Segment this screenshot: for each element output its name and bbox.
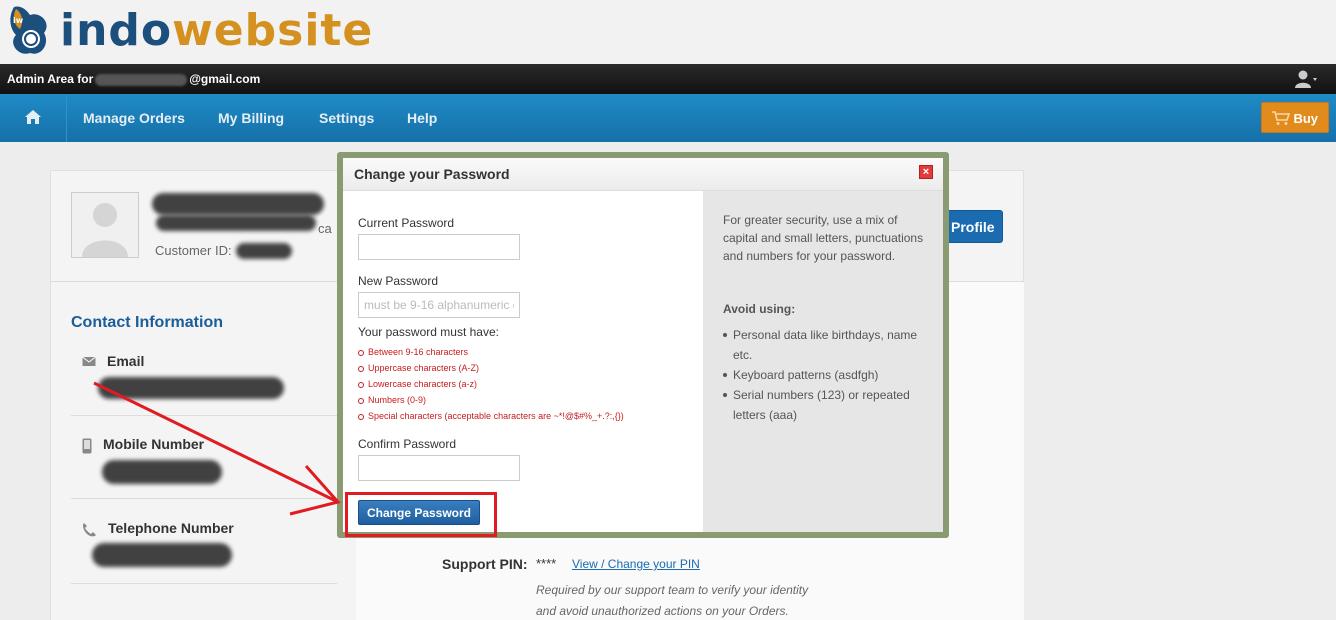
email-icon <box>82 355 96 369</box>
buy-label: Buy <box>1293 111 1318 126</box>
admin-email-suffix: @gmail.com <box>189 72 261 86</box>
logo-suffix: website <box>172 5 374 56</box>
requirements-list: Between 9-16 characters Uppercase charac… <box>358 344 624 424</box>
requirements-title: Your password must have: <box>358 325 499 339</box>
admin-area-label: Admin Area for <box>7 72 94 86</box>
current-password-label: Current Password <box>358 216 455 230</box>
security-tip-text: For greater security, use a mix of capit… <box>723 213 924 263</box>
view-change-pin-link[interactable]: View / Change your PIN <box>572 557 700 571</box>
close-icon[interactable]: × <box>919 165 933 179</box>
nav-help[interactable]: Help <box>407 94 437 142</box>
logo-prefix: indo <box>60 5 173 56</box>
admin-bar: Admin Area for @gmail.com <box>0 64 1336 94</box>
avoid-item: Personal data like birthdays, name etc. <box>723 325 928 365</box>
change-password-modal: Change your Password × Current Password … <box>343 158 943 532</box>
nav-my-billing[interactable]: My Billing <box>218 94 284 142</box>
modal-header: Change your Password × <box>343 158 943 191</box>
support-pin-note-line2: and avoid unauthorized actions on your O… <box>536 604 789 618</box>
mobile-icon <box>82 438 96 454</box>
password-tips: For greater security, use a mix of capit… <box>703 191 943 532</box>
nav-separator <box>66 94 67 142</box>
redacted-name <box>152 193 324 215</box>
logo-text: indowebsite <box>60 3 373 59</box>
requirement-item: Numbers (0-9) <box>358 392 624 408</box>
current-password-input[interactable] <box>358 234 520 260</box>
support-pin-value: **** <box>536 556 557 571</box>
modal-title: Change your Password <box>354 166 510 182</box>
requirement-item: Special characters (acceptable character… <box>358 408 624 424</box>
support-pin-note-line1: Required by our support team to verify y… <box>536 583 809 597</box>
logo-badge-text: iw <box>13 16 24 25</box>
site-logo[interactable]: iw indowebsite <box>4 2 373 60</box>
avatar <box>71 192 139 258</box>
cart-icon <box>1271 110 1291 126</box>
avoid-using-title: Avoid using: <box>723 302 796 316</box>
admin-area-text: Admin Area for @gmail.com <box>7 72 260 86</box>
requirement-item: Lowercase characters (a-z) <box>358 376 624 392</box>
contact-information-title: Contact Information <box>71 314 223 331</box>
redacted-email <box>95 73 188 86</box>
mobile-number-label: Mobile Number <box>103 436 205 452</box>
confirm-password-label: Confirm Password <box>358 437 457 451</box>
nav-settings[interactable]: Settings <box>319 94 374 142</box>
user-icon[interactable] <box>1294 69 1318 89</box>
email-label: Email <box>107 353 145 369</box>
profile-partial-text: ca <box>318 221 332 236</box>
customer-id-label: Customer ID: <box>155 243 232 258</box>
edit-profile-button[interactable]: Profile <box>940 210 1003 243</box>
contact-divider <box>71 498 337 499</box>
new-password-label: New Password <box>358 274 439 288</box>
support-pin-label: Support PIN: <box>442 556 528 572</box>
main-nav: Manage Orders My Billing Settings Help B… <box>0 94 1336 142</box>
requirement-item: Uppercase characters (A-Z) <box>358 360 624 376</box>
logo-bar: iw indowebsite <box>0 0 1336 64</box>
redacted-telephone-value <box>92 543 232 567</box>
avoid-item: Keyboard patterns (asdfgh) <box>723 365 928 385</box>
home-icon[interactable] <box>24 109 42 125</box>
redacted-company <box>156 215 316 231</box>
buy-button[interactable]: Buy <box>1261 102 1329 133</box>
telephone-icon <box>81 522 96 537</box>
profile-button-label: Profile <box>951 219 995 235</box>
avoid-item: Serial numbers (123) or repeated letters… <box>723 385 928 425</box>
redacted-customer-id <box>236 243 292 259</box>
contact-divider <box>71 415 337 416</box>
new-password-input[interactable] <box>358 292 520 318</box>
confirm-password-input[interactable] <box>358 455 520 481</box>
annotation-highlight-box <box>345 492 497 537</box>
nav-manage-orders[interactable]: Manage Orders <box>83 94 185 142</box>
password-form: Current Password New Password Your passw… <box>343 191 703 532</box>
telephone-number-label: Telephone Number <box>108 520 234 536</box>
logo-mark-icon: iw <box>4 3 60 59</box>
avoid-list: Personal data like birthdays, name etc. … <box>723 325 928 425</box>
redacted-email-value <box>98 377 284 399</box>
redacted-mobile-value <box>102 460 222 484</box>
requirement-item: Between 9-16 characters <box>358 344 624 360</box>
contact-divider <box>71 583 337 584</box>
